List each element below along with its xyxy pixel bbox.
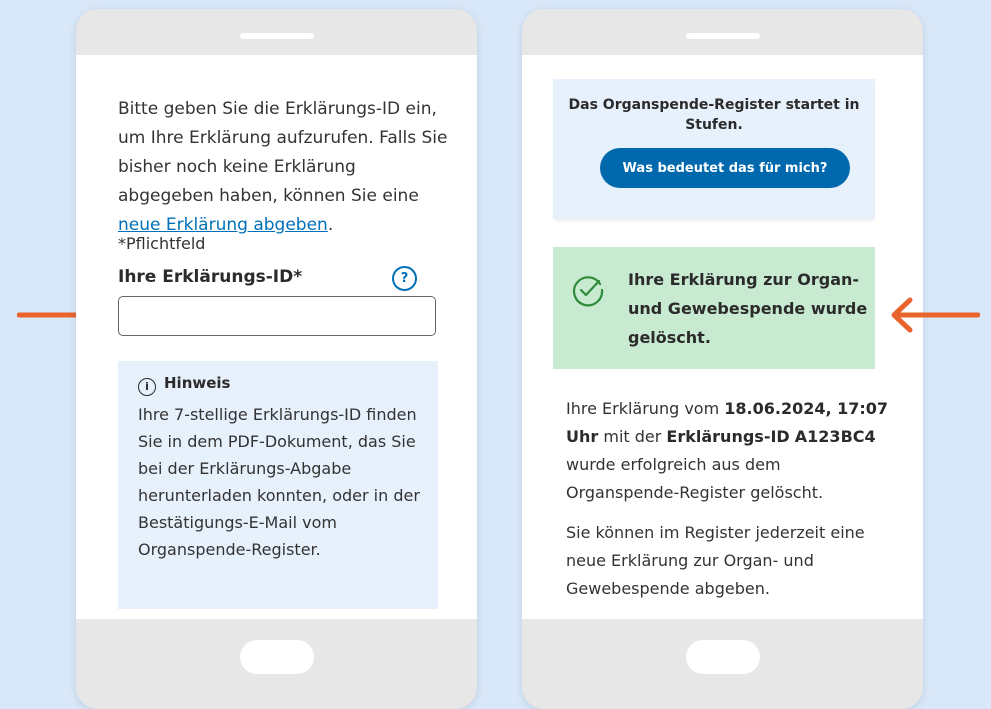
result-id-label: Erklärungs-ID: [666, 427, 790, 446]
phone-screen-right: Das Organspende-Register startet in Stuf…: [522, 55, 923, 619]
result-id-value: A123BC4: [794, 427, 876, 446]
hint-text: Ihre 7-stellige Erklärungs-ID finden Sie…: [138, 405, 420, 559]
phone-screen-left: Bitte geben Sie die Erklärungs-ID ein, u…: [76, 55, 477, 619]
result-suffix: wurde erfolgreich aus dem Organspende-Re…: [566, 455, 824, 502]
intro-paragraph: Bitte geben Sie die Erklärungs-ID ein, u…: [118, 95, 448, 240]
success-text: Ihre Erklärung zur Organ- und Gewebespen…: [628, 270, 868, 347]
speaker-slot: [239, 33, 314, 39]
result-prefix: Ihre Erklärung vom: [566, 399, 725, 418]
phone-top-bar: [76, 9, 477, 55]
speaker-slot: [685, 33, 760, 39]
phone-frame-right: Das Organspende-Register startet in Stuf…: [522, 9, 923, 709]
deletion-result-text: Ihre Erklärung vom 18.06.2024, 17:07 Uhr…: [566, 395, 896, 507]
success-message-box: Ihre Erklärung zur Organ- und Gewebespen…: [553, 247, 875, 369]
hint-title: Hinweis: [164, 374, 231, 392]
question-mark-icon[interactable]: ?: [392, 266, 417, 291]
phone-frame-left: Bitte geben Sie die Erklärungs-ID ein, u…: [76, 9, 477, 709]
new-declaration-link[interactable]: neue Erklärung abgeben: [118, 215, 328, 235]
intro-end: .: [327, 215, 334, 235]
banner-text: Das Organspende-Register startet in Stuf…: [568, 97, 860, 133]
hint-box: i Hinweis Ihre 7-stellige Erklärungs-ID f…: [118, 361, 438, 609]
rollout-info-banner: Das Organspende-Register startet in Stuf…: [553, 79, 875, 219]
result-mid: mit der: [598, 427, 667, 446]
phone-top-bar: [522, 9, 923, 55]
intro-text: Bitte geben Sie die Erklärungs-ID ein, u…: [118, 99, 448, 206]
declaration-id-label: Ihre Erklärungs-ID*: [118, 267, 303, 287]
arrow-left-icon: [891, 297, 980, 333]
declaration-id-input[interactable]: [118, 296, 436, 336]
info-icon: i: [138, 378, 156, 396]
home-button: [239, 640, 314, 674]
what-does-it-mean-button[interactable]: Was bedeutet das für mich?: [600, 148, 850, 188]
followup-text: Sie können im Register jederzeit eine ne…: [566, 523, 865, 598]
hint-title-row: i Hinweis: [138, 374, 230, 396]
required-field-note: *Pflichtfeld: [118, 234, 206, 253]
check-circle-icon: [572, 276, 604, 307]
home-button: [685, 640, 760, 674]
